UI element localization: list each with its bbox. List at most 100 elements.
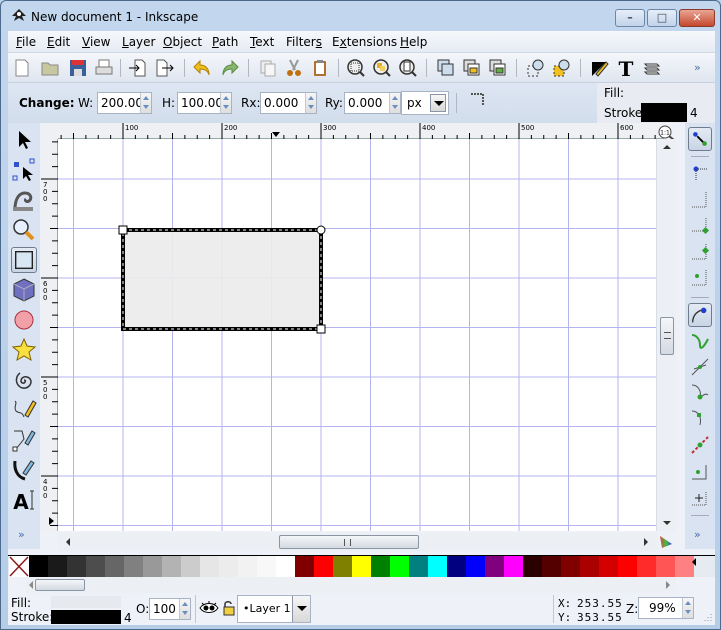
- selected-rectangle[interactable]: [121, 228, 323, 331]
- align-icon[interactable]: [552, 58, 572, 78]
- duplicate-icon[interactable]: [258, 58, 278, 78]
- vertical-scroll-thumb[interactable]: [660, 317, 674, 355]
- paste-icon[interactable]: [310, 58, 330, 78]
- snap-path-icon[interactable]: [688, 329, 712, 353]
- snap-page-border-icon[interactable]: [688, 485, 712, 509]
- text-icon[interactable]: T: [616, 58, 636, 78]
- color-swatch[interactable]: [485, 556, 504, 577]
- layer-dropdown-button[interactable]: [292, 596, 310, 622]
- color-swatch[interactable]: [580, 556, 599, 577]
- close-button[interactable]: ✕: [679, 9, 715, 27]
- color-swatch[interactable]: [105, 556, 124, 577]
- snap-overflow-button[interactable]: »: [694, 528, 701, 541]
- fill-stroke-icon[interactable]: [590, 58, 610, 78]
- color-swatch[interactable]: [409, 556, 428, 577]
- color-swatch[interactable]: [371, 556, 390, 577]
- menu-text[interactable]: Text: [250, 35, 274, 49]
- print-icon[interactable]: [94, 58, 114, 78]
- export-icon[interactable]: [154, 58, 174, 78]
- color-swatch[interactable]: [181, 556, 200, 577]
- 3d-box-tool-icon[interactable]: [11, 277, 37, 303]
- node-tool-icon[interactable]: [11, 157, 37, 183]
- color-swatch[interactable]: [523, 556, 542, 577]
- cut-icon[interactable]: [284, 58, 304, 78]
- snap-bbox-corner-icon[interactable]: [688, 213, 712, 237]
- toolbox-overflow-button[interactable]: »: [18, 528, 25, 541]
- color-swatch[interactable]: [200, 556, 219, 577]
- pencil-tool-icon[interactable]: [11, 397, 37, 423]
- scroll-up-icon[interactable]: [663, 145, 671, 149]
- snap-smooth-icon[interactable]: [688, 407, 712, 431]
- width-input[interactable]: 200.000: [97, 92, 152, 114]
- scroll-down-icon[interactable]: [663, 521, 671, 525]
- snap-midpoint-icon[interactable]: [688, 433, 712, 457]
- resize-grip-icon[interactable]: [702, 613, 712, 623]
- layer-visibility-icon[interactable]: [199, 599, 219, 615]
- canvas-svg[interactable]: [58, 139, 664, 531]
- snap-cusp-icon[interactable]: [688, 381, 712, 405]
- color-swatch[interactable]: [124, 556, 143, 577]
- menu-help[interactable]: Help: [400, 35, 427, 49]
- undo-icon[interactable]: [192, 58, 212, 78]
- snap-intersection-icon[interactable]: [688, 355, 712, 379]
- layer-select[interactable]: •Layer 1: [237, 595, 311, 623]
- color-swatch[interactable]: [143, 556, 162, 577]
- color-swatch[interactable]: [466, 556, 485, 577]
- color-swatch[interactable]: [276, 556, 295, 577]
- pen-tool-icon[interactable]: [11, 427, 37, 453]
- vertical-ruler[interactable]: 700600500400: [41, 139, 58, 531]
- resize-handle-top-left[interactable]: [118, 225, 128, 235]
- unit-dropdown-button[interactable]: [430, 94, 446, 112]
- rx-stepper[interactable]: [305, 93, 316, 113]
- opacity-input[interactable]: 100: [149, 598, 191, 620]
- color-swatch[interactable]: [447, 556, 466, 577]
- selector-tool-icon[interactable]: [11, 127, 37, 153]
- color-swatch[interactable]: [162, 556, 181, 577]
- drawing-canvas[interactable]: [58, 139, 664, 531]
- layers-icon[interactable]: [642, 58, 662, 78]
- text-tool-icon[interactable]: A: [11, 487, 37, 513]
- ry-stepper[interactable]: [389, 93, 400, 113]
- color-swatch[interactable]: [561, 556, 580, 577]
- color-swatch[interactable]: [637, 556, 656, 577]
- snap-bbox-midpoint-icon[interactable]: [688, 239, 712, 263]
- spiral-tool-icon[interactable]: [11, 367, 37, 393]
- make-sharp-corners-icon[interactable]: [471, 93, 485, 107]
- menu-filters[interactable]: Filters: [286, 35, 322, 49]
- snap-nodes-icon[interactable]: [688, 303, 712, 327]
- star-tool-icon[interactable]: [11, 337, 37, 363]
- color-swatch[interactable]: [29, 556, 48, 577]
- snap-bbox-center-icon[interactable]: [688, 265, 712, 289]
- horizontal-ruler[interactable]: 100 200 300 400 500 600: [58, 123, 664, 139]
- rectangle-tool-icon[interactable]: [11, 247, 37, 273]
- toolbar-overflow-button[interactable]: »: [694, 61, 701, 74]
- zoom-selection-icon[interactable]: [346, 58, 366, 78]
- stroke-color-swatch[interactable]: [641, 103, 687, 122]
- new-document-icon[interactable]: [12, 58, 32, 78]
- color-swatch[interactable]: [48, 556, 67, 577]
- color-swatch[interactable]: [428, 556, 447, 577]
- maximize-button[interactable]: □: [647, 9, 677, 27]
- horizontal-scrollbar[interactable]: [58, 533, 658, 551]
- status-fill-swatch[interactable]: [51, 596, 121, 608]
- horizontal-scroll-thumb[interactable]: [279, 535, 419, 549]
- color-swatch[interactable]: [352, 556, 371, 577]
- minimize-button[interactable]: –: [615, 9, 645, 27]
- menu-path[interactable]: Path: [212, 35, 238, 49]
- ellipse-tool-icon[interactable]: [11, 307, 37, 333]
- save-icon[interactable]: [68, 58, 88, 78]
- scroll-right-icon[interactable]: [666, 581, 670, 589]
- menu-layer[interactable]: Layer: [122, 35, 155, 49]
- group-icon[interactable]: [436, 58, 456, 78]
- redo-icon[interactable]: [220, 58, 240, 78]
- color-swatch[interactable]: [618, 556, 637, 577]
- height-input[interactable]: 100.000: [177, 92, 232, 114]
- unlock-group-icon[interactable]: [488, 58, 508, 78]
- lock-group-icon[interactable]: [462, 58, 482, 78]
- menu-edit[interactable]: Edit: [47, 35, 70, 49]
- snap-bbox-edge-icon[interactable]: [688, 187, 712, 211]
- menu-extensions[interactable]: Extensions: [332, 35, 397, 49]
- calligraphy-tool-icon[interactable]: [11, 457, 37, 483]
- fill-stroke-indicator[interactable]: Fill: Stroke: 4: [597, 83, 715, 123]
- rx-input[interactable]: 0.000: [260, 92, 317, 114]
